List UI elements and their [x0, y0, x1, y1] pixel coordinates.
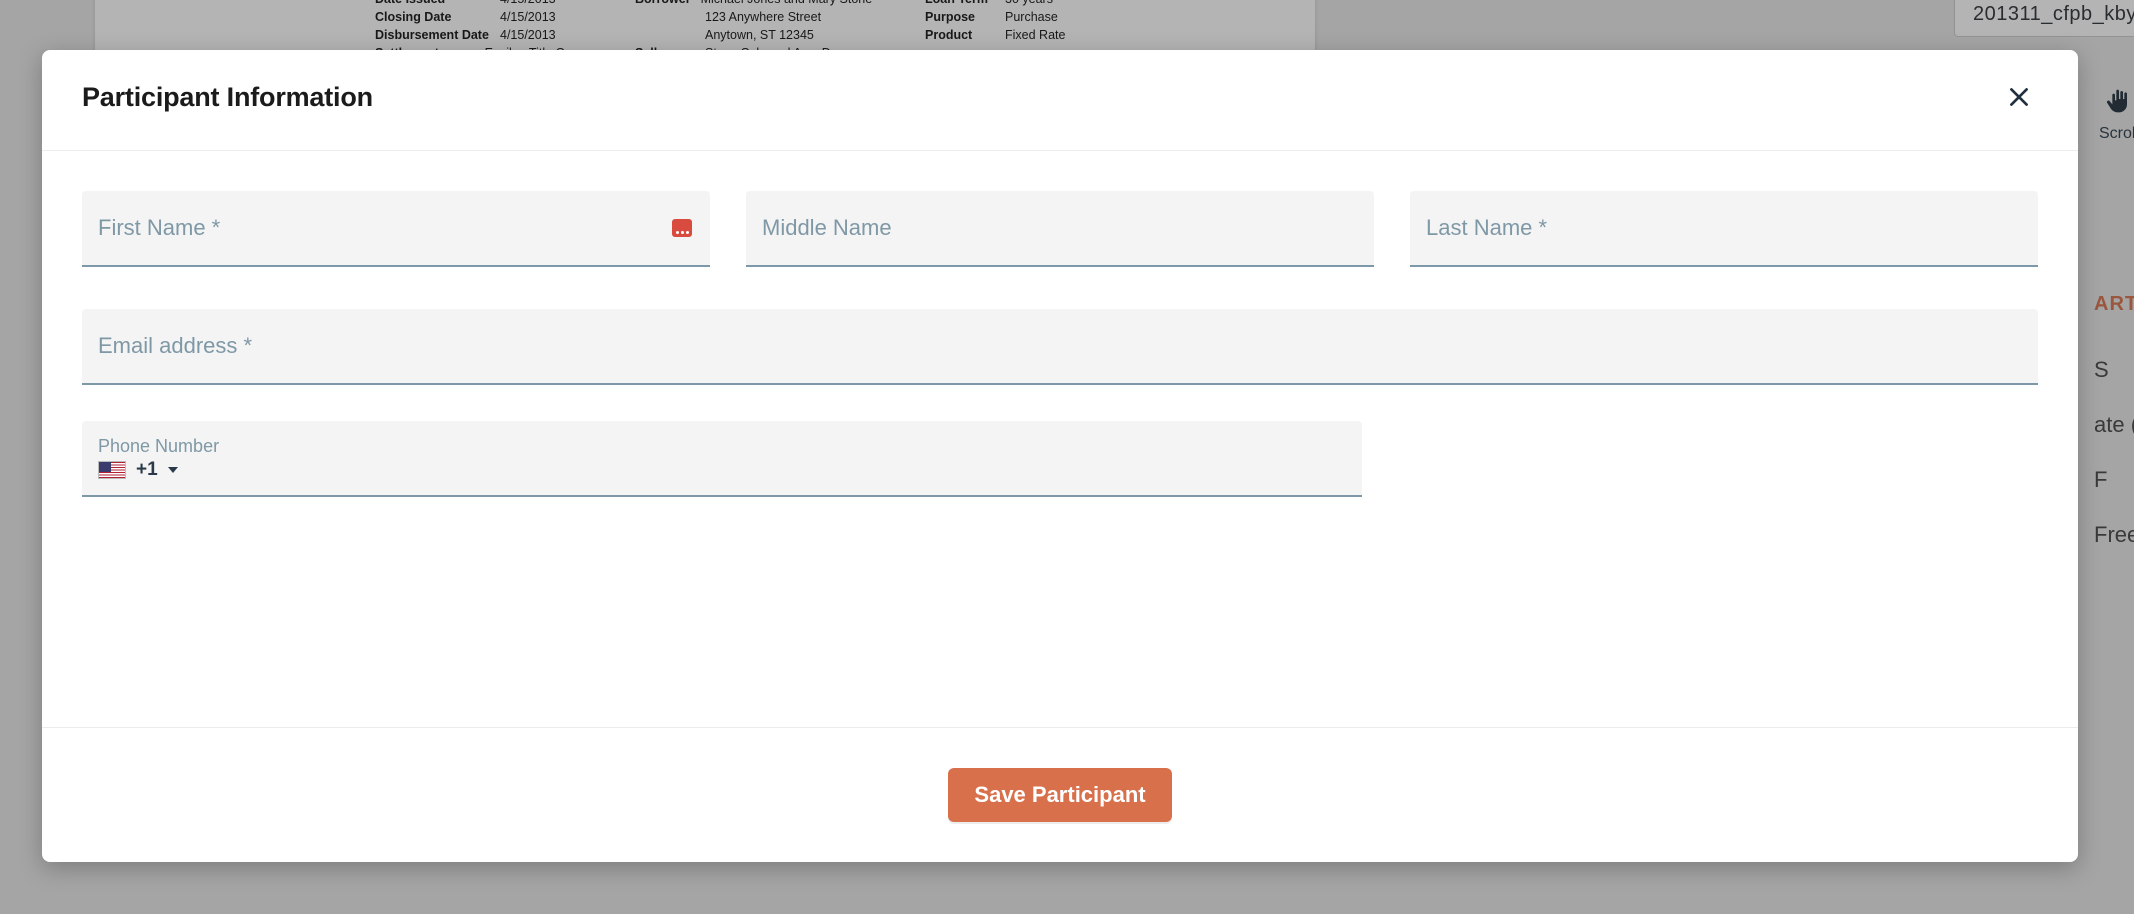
chevron-down-icon[interactable] — [168, 467, 178, 473]
last-name-field[interactable] — [1410, 191, 2038, 267]
first-name-field[interactable] — [82, 191, 710, 267]
close-button[interactable] — [2000, 78, 2038, 116]
password-manager-icon[interactable] — [672, 219, 692, 237]
phone-field[interactable]: Phone Number +1 — [82, 421, 1362, 497]
modal-body: Phone Number +1 — [42, 151, 2078, 727]
email-field[interactable] — [82, 309, 2038, 385]
modal-footer: Save Participant — [42, 727, 2078, 862]
middle-name-input[interactable] — [762, 191, 1358, 265]
first-name-input[interactable] — [98, 191, 694, 265]
modal-title: Participant Information — [82, 82, 373, 113]
middle-name-field[interactable] — [746, 191, 1374, 267]
save-participant-button[interactable]: Save Participant — [948, 768, 1171, 822]
email-input[interactable] — [98, 309, 2022, 383]
phone-prefix: +1 — [136, 459, 158, 481]
modal-header: Participant Information — [42, 50, 2078, 151]
close-icon — [2006, 84, 2032, 110]
phone-label: Phone Number — [98, 436, 219, 457]
last-name-input[interactable] — [1426, 191, 2022, 265]
participant-information-modal: Participant Information — [42, 50, 2078, 862]
us-flag-icon[interactable] — [98, 461, 126, 479]
